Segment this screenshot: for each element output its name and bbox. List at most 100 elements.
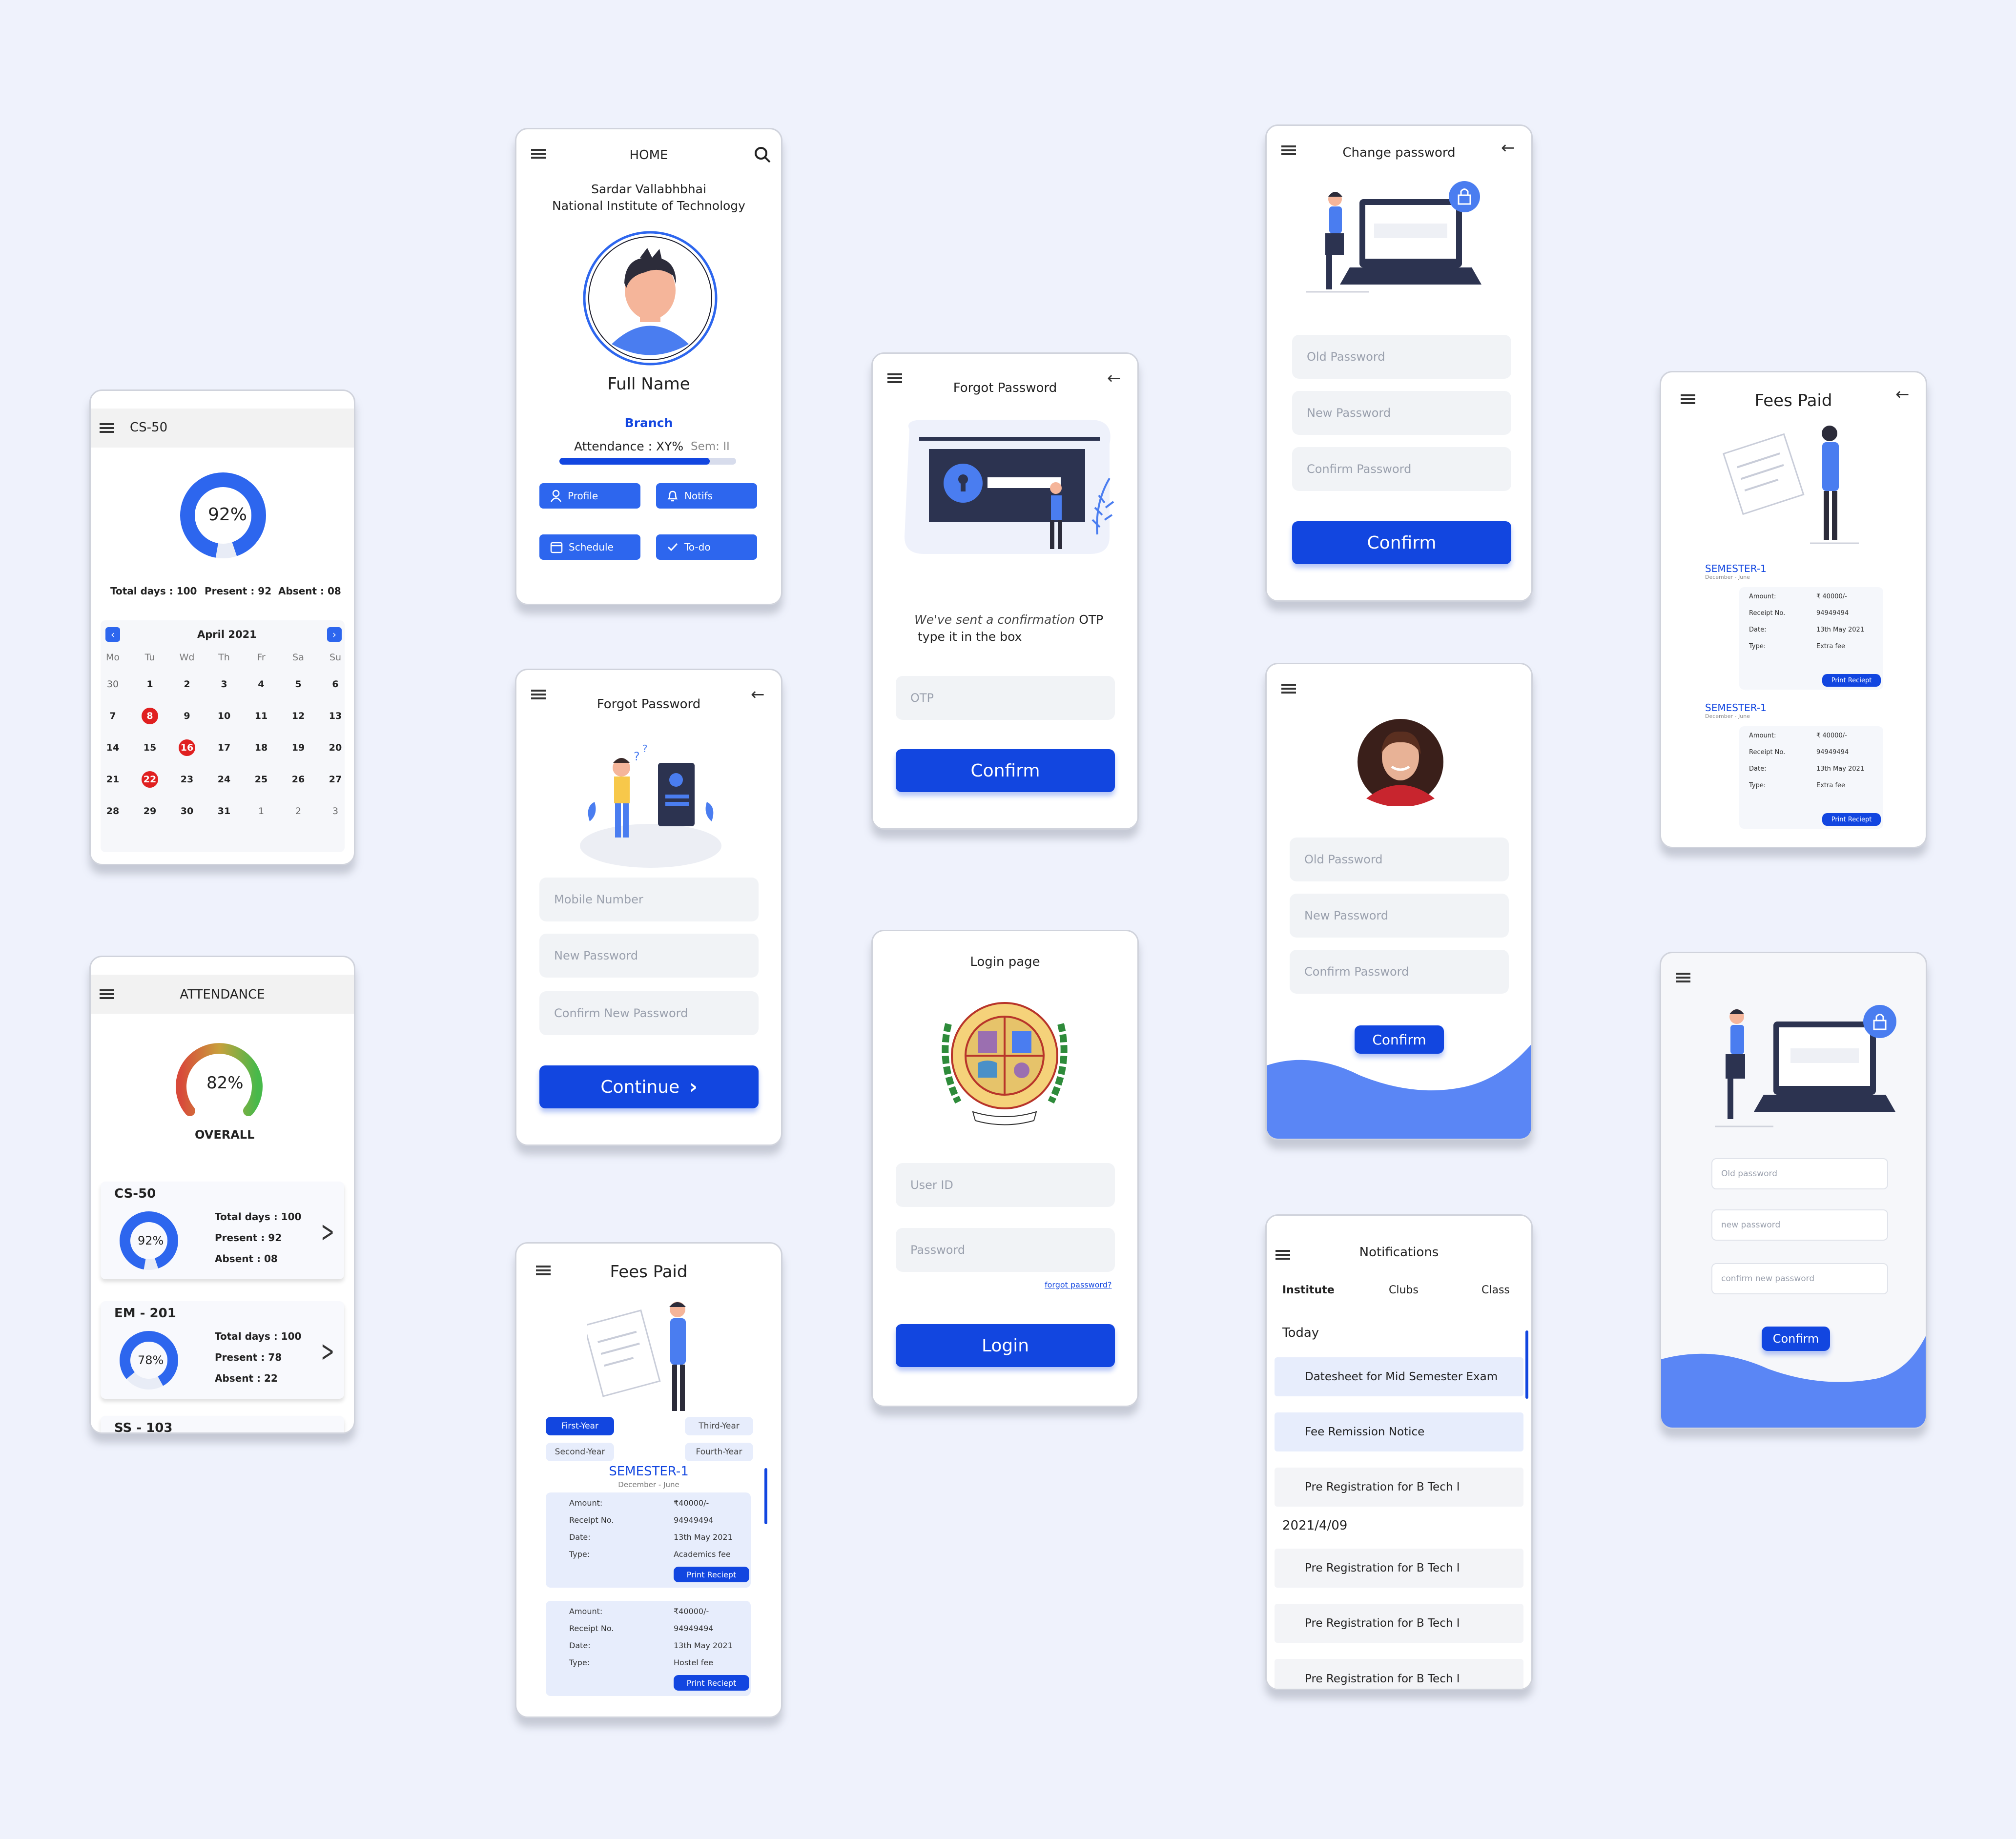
date-value: 13th May 2021: [674, 1641, 733, 1650]
tab-fourth-year[interactable]: Fourth-Year: [685, 1443, 753, 1461]
menu-icon[interactable]: [1281, 684, 1296, 694]
calendar-day[interactable]: 27: [323, 774, 348, 785]
calendar-day[interactable]: 10: [212, 711, 236, 721]
calendar-day[interactable]: 14: [101, 742, 125, 753]
confirm-password-input[interactable]: Confirm Password: [1292, 447, 1511, 491]
next-month-button[interactable]: ›: [327, 627, 342, 642]
tab-institute[interactable]: Institute: [1282, 1284, 1335, 1296]
semester-title: SEMESTER-1: [1705, 702, 1767, 714]
confirm-button[interactable]: Confirm: [1292, 521, 1511, 564]
notification-item[interactable]: Pre Registration for B Tech I: [1275, 1659, 1523, 1689]
calendar-day[interactable]: 4: [249, 679, 273, 690]
user-id-input[interactable]: User ID: [896, 1163, 1115, 1207]
calendar-day[interactable]: 2: [175, 679, 199, 690]
new-password-input[interactable]: New Password: [1290, 894, 1509, 938]
back-arrow-icon[interactable]: ←: [1501, 138, 1515, 158]
back-arrow-icon[interactable]: ←: [1895, 385, 1910, 404]
password-input[interactable]: Password: [896, 1228, 1115, 1272]
scrollbar[interactable]: [764, 1468, 767, 1524]
invoice-illustration: [1722, 426, 1859, 544]
print-receipt-button[interactable]: Print Reciept: [674, 1567, 749, 1582]
otp-input[interactable]: OTP: [896, 676, 1115, 720]
chevron-right-icon: ›: [689, 1076, 698, 1098]
print-receipt-button[interactable]: Print Reciept: [674, 1675, 749, 1691]
calendar-day[interactable]: 12: [286, 711, 310, 721]
chevron-right-icon[interactable]: >: [321, 1334, 334, 1369]
tab-second-year[interactable]: Second-Year: [546, 1443, 614, 1461]
calendar-day[interactable]: 17: [212, 742, 236, 753]
calendar-day[interactable]: 30: [175, 806, 199, 817]
tab-third-year[interactable]: Third-Year: [685, 1417, 753, 1435]
calendar-day[interactable]: 20: [323, 742, 348, 753]
calendar-day[interactable]: 2: [286, 806, 310, 817]
prev-month-button[interactable]: ‹: [105, 627, 120, 642]
search-icon[interactable]: [753, 145, 772, 164]
course-card-ss103[interactable]: SS - 103: [101, 1416, 344, 1432]
confirm-password-input[interactable]: Confirm Password: [1290, 950, 1509, 994]
menu-icon[interactable]: [1676, 973, 1690, 982]
old-password-input[interactable]: Old password: [1711, 1158, 1888, 1189]
scrollbar[interactable]: [1525, 1330, 1528, 1399]
calendar-day[interactable]: 21: [101, 774, 125, 785]
semester-period: December - June: [618, 1480, 679, 1489]
new-password-input[interactable]: New Password: [1292, 391, 1511, 435]
notifs-button[interactable]: Notifs: [656, 483, 757, 509]
calendar-day[interactable]: 30: [101, 679, 125, 690]
confirm-new-password-input[interactable]: confirm new password: [1711, 1263, 1888, 1294]
confirm-button[interactable]: Confirm: [896, 749, 1115, 792]
calendar-day[interactable]: 11: [249, 711, 273, 721]
continue-button[interactable]: Continue ›: [539, 1065, 759, 1108]
calendar-day[interactable]: 6: [323, 679, 348, 690]
notification-item[interactable]: Fee Remission Notice: [1275, 1412, 1523, 1451]
course-card-em201[interactable]: EM - 201 78% Total days : 100 Present : …: [101, 1301, 344, 1399]
confirm-new-password-input[interactable]: Confirm New Password: [539, 991, 759, 1035]
calendar-day[interactable]: 24: [212, 774, 236, 785]
new-password-input[interactable]: new password: [1711, 1209, 1888, 1241]
full-name: Full Name: [607, 374, 690, 394]
mobile-number-input[interactable]: Mobile Number: [539, 878, 759, 921]
tab-clubs[interactable]: Clubs: [1389, 1284, 1419, 1296]
chevron-right-icon[interactable]: >: [321, 1215, 334, 1249]
calendar-day[interactable]: 15: [138, 742, 162, 753]
back-arrow-icon[interactable]: ←: [1107, 368, 1121, 388]
calendar-day[interactable]: 19: [286, 742, 310, 753]
login-button[interactable]: Login: [896, 1324, 1115, 1367]
print-receipt-button[interactable]: Print Reciept: [1822, 813, 1881, 826]
calendar-day[interactable]: 31: [212, 806, 236, 817]
calendar-day[interactable]: 18: [249, 742, 273, 753]
calendar-day[interactable]: 1: [249, 806, 273, 817]
old-password-input[interactable]: Old Password: [1290, 838, 1509, 881]
calendar-day[interactable]: 13: [323, 711, 348, 721]
schedule-button[interactable]: Schedule: [539, 534, 640, 560]
print-receipt-button[interactable]: Print Reciept: [1822, 674, 1881, 687]
notification-item[interactable]: Datesheet for Mid Semester Exam: [1275, 1357, 1523, 1396]
type-value: Hostel fee: [674, 1658, 714, 1667]
calendar-day[interactable]: 3: [212, 679, 236, 690]
tab-first-year[interactable]: First-Year: [546, 1417, 614, 1435]
forgot-password-link[interactable]: forgot password?: [1045, 1280, 1111, 1289]
tab-class[interactable]: Class: [1481, 1284, 1510, 1296]
todo-button[interactable]: To-do: [656, 534, 757, 560]
calendar-day[interactable]: 3: [323, 806, 348, 817]
calendar-day[interactable]: 22: [142, 771, 158, 788]
calendar-day[interactable]: 25: [249, 774, 273, 785]
calendar-day[interactable]: 1: [138, 679, 162, 690]
calendar-day[interactable]: 23: [175, 774, 199, 785]
notification-item[interactable]: Pre Registration for B Tech I: [1275, 1468, 1523, 1507]
profile-button[interactable]: Profile: [539, 483, 640, 509]
back-arrow-icon[interactable]: ←: [751, 685, 765, 704]
calendar-day[interactable]: 5: [286, 679, 310, 690]
calendar-day[interactable]: 8: [142, 708, 158, 724]
old-password-input[interactable]: Old Password: [1292, 335, 1511, 379]
calendar-day[interactable]: 9: [175, 711, 199, 721]
menu-icon[interactable]: [100, 423, 114, 433]
calendar-day[interactable]: 7: [101, 711, 125, 721]
new-password-input[interactable]: New Password: [539, 934, 759, 978]
calendar-day[interactable]: 16: [179, 739, 195, 756]
calendar-day[interactable]: 28: [101, 806, 125, 817]
notification-item[interactable]: Pre Registration for B Tech I: [1275, 1604, 1523, 1643]
course-card-cs50[interactable]: CS-50 92% Total days : 100 Present : 92 …: [101, 1182, 344, 1279]
calendar-day[interactable]: 29: [138, 806, 162, 817]
notification-item[interactable]: Pre Registration for B Tech I: [1275, 1549, 1523, 1588]
calendar-day[interactable]: 26: [286, 774, 310, 785]
